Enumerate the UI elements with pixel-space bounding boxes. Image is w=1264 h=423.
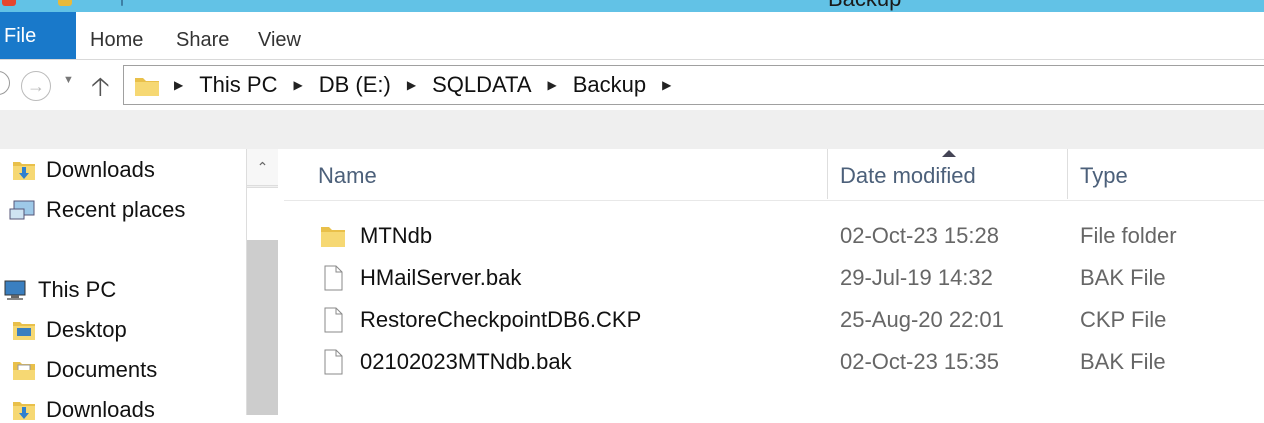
nav-item-this-pc[interactable]: This PC <box>2 277 116 303</box>
nav-item-label: Recent places <box>46 197 186 222</box>
nav-item-documents[interactable]: Documents <box>12 357 157 383</box>
nav-item-downloads[interactable]: Downloads <box>12 397 155 423</box>
nav-item-label: Downloads <box>46 397 155 422</box>
computer-icon <box>4 280 26 300</box>
nav-item-label: Desktop <box>46 317 127 342</box>
nav-item-downloads[interactable]: Downloads <box>12 157 155 183</box>
folder-icon <box>321 227 345 247</box>
file-type: BAK File <box>1080 265 1166 290</box>
breadcrumb-separator-icon[interactable]: ▶ <box>548 78 557 92</box>
column-header-date-modified[interactable]: Date modified <box>828 149 1068 199</box>
column-header-name[interactable]: Name <box>284 149 828 199</box>
breadcrumb-separator-icon[interactable]: ▶ <box>293 78 302 92</box>
quick-access-properties-icon[interactable] <box>2 0 16 6</box>
column-header-label: Name <box>318 163 377 188</box>
file-name: 02102023MTNdb.bak <box>360 349 572 374</box>
recent-places-icon <box>9 200 35 220</box>
navigation-bar: → ▼ 🡡 ▶ This PC ▶ DB (E:) ▶ SQLDATA ▶ Ba… <box>0 60 1264 110</box>
file-row[interactable]: RestoreCheckpointDB6.CKP 25-Aug-20 22:01… <box>284 299 1264 341</box>
breadcrumb-sqldata[interactable]: SQLDATA <box>432 72 531 98</box>
breadcrumb-db-drive[interactable]: DB (E:) <box>319 72 391 98</box>
nav-item-label: Downloads <box>46 157 155 182</box>
toolbar-strip <box>0 110 1264 149</box>
file-icon <box>324 307 343 333</box>
file-date-modified: 29-Jul-19 14:32 <box>840 265 993 290</box>
file-row[interactable]: 02102023MTNdb.bak 02-Oct-23 15:35 BAK Fi… <box>284 341 1264 383</box>
nav-item-desktop[interactable]: Desktop <box>12 317 127 343</box>
file-row[interactable]: HMailServer.bak 29-Jul-19 14:32 BAK File <box>284 257 1264 299</box>
up-arrow-icon[interactable]: 🡡 <box>91 68 110 112</box>
header-divider <box>284 200 1264 201</box>
file-list: Name Date modified Type MTNdb 02-Oct-23 … <box>284 149 1264 415</box>
file-date-modified: 02-Oct-23 15:35 <box>840 349 999 374</box>
folder-icon <box>135 78 159 96</box>
file-type: File folder <box>1080 223 1177 248</box>
tab-file[interactable]: File <box>0 12 76 59</box>
folder-icon <box>13 322 35 340</box>
breadcrumb-this-pc[interactable]: This PC <box>199 72 277 98</box>
file-row[interactable]: MTNdb 02-Oct-23 15:28 File folder <box>284 215 1264 257</box>
tab-home[interactable]: Home <box>90 29 143 52</box>
column-header-label: Type <box>1080 163 1128 188</box>
nav-item-recent-places[interactable]: Recent places <box>8 197 185 223</box>
nav-item-label: This PC <box>38 277 117 302</box>
forward-button[interactable]: → <box>21 71 51 101</box>
file-type: BAK File <box>1080 349 1166 374</box>
ribbon: File Home Share View <box>0 12 1264 60</box>
scroll-up-button[interactable]: ⌃ <box>247 149 278 186</box>
tab-share[interactable]: Share <box>176 29 229 52</box>
recent-locations-dropdown-icon[interactable]: ▼ <box>63 74 74 86</box>
nav-item-label: Documents <box>46 357 158 382</box>
file-type: CKP File <box>1080 307 1167 332</box>
file-name: MTNdb <box>360 223 433 248</box>
file-date-modified: 25-Aug-20 22:01 <box>840 307 1004 332</box>
breadcrumb-separator-icon[interactable]: ▶ <box>662 78 671 92</box>
breadcrumb-separator-icon[interactable]: ▶ <box>407 78 416 92</box>
downloads-folder-icon <box>13 162 35 180</box>
file-date-modified: 02-Oct-23 15:28 <box>840 223 999 248</box>
tab-view[interactable]: View <box>258 29 301 52</box>
back-button[interactable] <box>0 71 10 95</box>
file-icon <box>324 349 343 375</box>
file-name: HMailServer.bak <box>360 265 522 290</box>
column-header-type[interactable]: Type <box>1068 149 1264 199</box>
file-icon <box>324 265 343 291</box>
window-title: Backup <box>828 0 901 12</box>
file-name: RestoreCheckpointDB6.CKP <box>360 307 642 332</box>
quick-access-separator <box>121 0 123 6</box>
documents-folder-icon <box>13 362 35 380</box>
nav-scrollbar[interactable]: ⌃ <box>246 149 278 415</box>
title-bar: Backup <box>0 0 1264 12</box>
scroll-thumb[interactable] <box>247 187 278 241</box>
navigation-pane: Downloads Recent places This PC Desktop … <box>0 149 246 422</box>
downloads-folder-icon <box>13 402 35 420</box>
breadcrumb-separator-icon[interactable]: ▶ <box>174 78 183 92</box>
breadcrumb-backup[interactable]: Backup <box>573 72 646 98</box>
quick-access-new-folder-icon[interactable] <box>58 0 72 6</box>
scroll-track[interactable] <box>247 240 278 415</box>
address-bar[interactable]: ▶ This PC ▶ DB (E:) ▶ SQLDATA ▶ Backup ▶ <box>123 65 1264 105</box>
breadcrumb: ▶ This PC ▶ DB (E:) ▶ SQLDATA ▶ Backup ▶ <box>134 66 687 104</box>
column-header-label: Date modified <box>840 163 976 188</box>
